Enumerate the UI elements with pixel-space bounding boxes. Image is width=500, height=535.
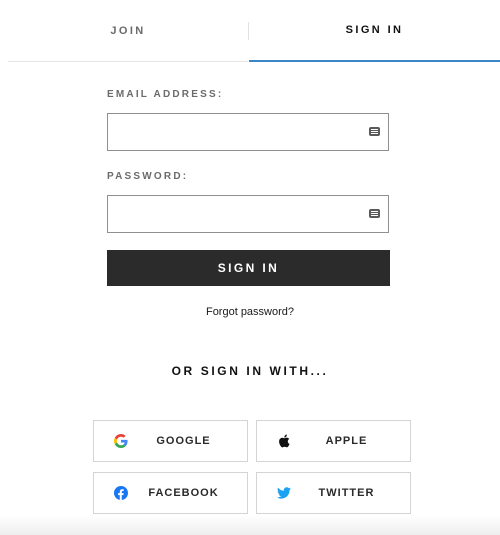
twitter-button[interactable]: TWITTER — [256, 472, 411, 514]
password-label: PASSWORD: — [107, 171, 189, 182]
social-heading: OR SIGN IN WITH... — [171, 364, 329, 378]
tab-join-label: JOIN — [110, 24, 146, 37]
auth-tabs: JOIN SIGN IN — [8, 0, 500, 62]
twitter-button-label: TWITTER — [318, 487, 375, 499]
facebook-icon — [104, 486, 138, 500]
email-label: EMAIL ADDRESS: — [107, 89, 224, 100]
tab-signin-label: SIGN IN — [345, 24, 404, 36]
password-manager-icon[interactable] — [369, 209, 380, 218]
tab-join[interactable]: JOIN — [8, 0, 248, 62]
facebook-button[interactable]: FACEBOOK — [93, 472, 248, 514]
facebook-button-label: FACEBOOK — [148, 487, 219, 499]
apple-button[interactable]: APPLE — [256, 420, 411, 462]
google-button-label: GOOGLE — [156, 435, 211, 447]
email-input[interactable] — [108, 114, 378, 150]
tab-signin[interactable]: SIGN IN — [249, 0, 500, 62]
twitter-icon — [267, 487, 301, 499]
google-icon — [104, 434, 138, 448]
apple-button-label: APPLE — [325, 435, 368, 447]
bottom-edge-shadow — [0, 515, 500, 535]
sign-in-button[interactable]: SIGN IN — [107, 250, 390, 286]
apple-icon — [267, 434, 301, 448]
password-manager-icon[interactable] — [369, 127, 380, 136]
forgot-password-link[interactable]: Forgot password? — [0, 306, 500, 318]
email-field-box — [107, 113, 389, 151]
google-button[interactable]: GOOGLE — [93, 420, 248, 462]
password-input[interactable] — [108, 196, 378, 232]
password-field-box — [107, 195, 389, 233]
